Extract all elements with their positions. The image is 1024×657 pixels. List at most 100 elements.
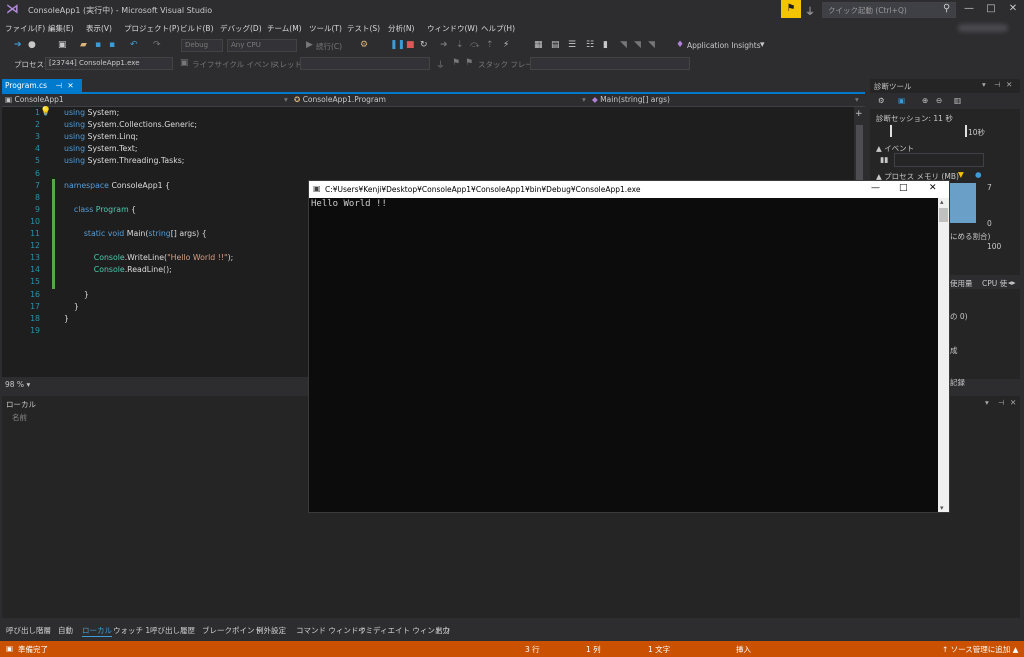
show-next-statement-icon[interactable]: ➜	[440, 40, 448, 50]
feedback-flag-icon[interactable]: ⚑	[781, 0, 801, 18]
new-project-icon[interactable]: ▣	[58, 40, 67, 50]
menu-item[interactable]: ビルド(B)	[180, 23, 214, 34]
chevron-down-icon[interactable]: ▾	[855, 95, 859, 104]
chevron-down-icon[interactable]: ▾	[940, 504, 944, 512]
minimize-button[interactable]: —	[960, 2, 978, 16]
bottom-tab[interactable]: ローカル	[82, 625, 112, 637]
nav-project-select[interactable]: ▣ ConsoleApp1	[5, 95, 64, 104]
tab-scroll-icon[interactable]: ◂▸	[1008, 278, 1016, 287]
tab-program-cs[interactable]: Program.cs ⊣ ✕	[2, 79, 82, 92]
redo-icon[interactable]: ↷	[153, 40, 161, 50]
clear-bookmark-icon[interactable]: ◥	[648, 40, 655, 50]
nav-member-select[interactable]: ◆ Main(string[] args)	[592, 95, 670, 104]
step-over-icon[interactable]: ⤼	[470, 40, 480, 50]
format-icon[interactable]: ☰	[568, 40, 576, 50]
user-account[interactable]	[958, 24, 1008, 32]
bottom-tab[interactable]: ウォッチ 1	[113, 625, 150, 636]
browser-link-icon[interactable]: ⚙	[360, 40, 368, 50]
console-window[interactable]: ▣ C:¥Users¥Kenji¥Desktop¥ConsoleApp1¥Con…	[308, 180, 950, 513]
menu-item[interactable]: デバッグ(D)	[220, 23, 262, 34]
nav-class-select[interactable]: ✪ ConsoleApp1.Program	[294, 95, 386, 104]
pin-icon[interactable]: ⊣	[998, 398, 1005, 407]
code-line[interactable]: 1 using System;	[2, 108, 854, 120]
restart-icon[interactable]: ↻	[420, 40, 428, 50]
console-scrollbar[interactable]: ▴ ▾	[938, 198, 949, 512]
flag-icon[interactable]: ⚑	[452, 58, 460, 68]
bottom-tab[interactable]: 呼び出し履歴	[150, 625, 195, 636]
lifecycle-events[interactable]: ライフサイクル イベント	[192, 59, 277, 70]
search-icon[interactable]: ⚲	[943, 3, 950, 14]
chevron-down-icon[interactable]: ▾	[284, 95, 288, 104]
open-file-icon[interactable]: ▰	[80, 40, 87, 50]
bottom-tab[interactable]: 呼び出し階層	[6, 625, 51, 636]
chevron-up-icon[interactable]: ▴	[940, 198, 944, 206]
menu-item[interactable]: チーム(M)	[267, 23, 302, 34]
menu-item[interactable]: プロジェクト(P)	[124, 23, 179, 34]
app-insights-button[interactable]: Application Insights	[687, 41, 761, 50]
zoom-in-icon[interactable]: ⊕	[922, 96, 928, 105]
pin-icon[interactable]: ⊣	[994, 80, 1001, 89]
console-minimize-button[interactable]: —	[871, 183, 880, 193]
solution-platform-select[interactable]: Any CPU	[227, 39, 297, 52]
zoom-level[interactable]: 98 % ▾	[5, 380, 30, 389]
code-line[interactable]: 5 using System.Threading.Tasks;	[2, 156, 854, 168]
process-select[interactable]: [23744] ConsoleApp1.exe	[45, 57, 173, 70]
close-button[interactable]: ✕	[1004, 2, 1022, 16]
thread-select[interactable]	[300, 57, 430, 70]
bottom-tab[interactable]: 例外設定	[256, 625, 286, 636]
add-to-source-control-button[interactable]: ↑ ソース管理に追加 ▲	[942, 644, 1018, 655]
tab-cpu[interactable]: CPU 使	[982, 278, 1007, 289]
app-insights-icon[interactable]: ♦	[676, 40, 684, 50]
next-bookmark-icon[interactable]: ◥	[634, 40, 641, 50]
bottom-tab[interactable]: ブレークポイント	[202, 625, 262, 636]
stackframe-select[interactable]	[530, 57, 690, 70]
step-into-icon[interactable]: ⇣	[456, 40, 464, 50]
tab-usage[interactable]: 使用量	[950, 278, 973, 289]
chevron-down-icon[interactable]: ▾	[760, 40, 765, 50]
restore-button[interactable]: □	[982, 2, 1000, 16]
zoom-out-icon[interactable]: ⊖	[936, 96, 942, 105]
close-icon[interactable]: ✕	[67, 81, 73, 90]
threads-icon[interactable]: ▤	[551, 40, 560, 50]
scroll-thumb[interactable]	[856, 125, 863, 185]
menu-item[interactable]: テスト(S)	[347, 23, 380, 34]
settings-icon[interactable]: ⚙	[878, 96, 885, 105]
close-icon[interactable]: ✕	[1006, 80, 1012, 89]
menu-item[interactable]: 編集(E)	[48, 23, 74, 34]
select-tools-icon[interactable]: ▣	[898, 96, 905, 105]
bookmark-icon[interactable]: ▮	[603, 40, 608, 50]
dropdown-icon[interactable]: ▾	[985, 398, 989, 407]
continue-button[interactable]: 続行(C)	[316, 41, 342, 52]
menu-item[interactable]: ヘルプ(H)	[481, 23, 515, 34]
reset-view-icon[interactable]: ▥	[954, 96, 961, 105]
undo-icon[interactable]: ↶	[130, 40, 138, 50]
stack-icon[interactable]: ⚑	[465, 58, 473, 68]
bottom-tab[interactable]: 出力	[435, 625, 450, 636]
console-maximize-button[interactable]: □	[899, 183, 908, 193]
prev-bookmark-icon[interactable]: ◥	[620, 40, 627, 50]
continue-icon[interactable]: ▶	[306, 40, 313, 50]
pause-icon[interactable]: ❚❚	[390, 40, 405, 50]
save-all-icon[interactable]: ▪	[109, 40, 115, 50]
forward-icon[interactable]: ●	[28, 40, 36, 50]
dropdown-icon[interactable]: ▾	[982, 80, 986, 89]
menu-item[interactable]: ウィンドウ(W)	[427, 23, 478, 34]
chevron-down-icon[interactable]: ▾	[582, 95, 586, 104]
step-out-icon[interactable]: ⇡	[486, 40, 494, 50]
save-icon[interactable]: ▪	[95, 40, 101, 50]
comment-icon[interactable]: ☷	[586, 40, 594, 50]
pause-events-icon[interactable]: ▮▮	[880, 155, 888, 164]
notification-filter-icon[interactable]: ⏚	[805, 3, 815, 18]
menu-item[interactable]: 分析(N)	[388, 23, 414, 34]
pin-icon[interactable]: ⊣	[55, 81, 62, 90]
quick-launch-input[interactable]: クイック起動 (Ctrl+Q)	[822, 2, 956, 18]
menu-item[interactable]: ファイル(F)	[5, 23, 45, 34]
solution-config-select[interactable]: Debug	[181, 39, 223, 52]
close-icon[interactable]: ✕	[1010, 398, 1016, 407]
split-icon[interactable]: +	[855, 109, 863, 119]
console-scroll-thumb[interactable]	[939, 208, 948, 222]
hot-reload-icon[interactable]: ⚡	[503, 40, 509, 50]
bottom-tab[interactable]: 自動	[58, 625, 73, 636]
diagnostics-icon[interactable]: ▦	[534, 40, 543, 50]
code-line[interactable]: 2 using System.Collections.Generic;	[2, 120, 854, 132]
